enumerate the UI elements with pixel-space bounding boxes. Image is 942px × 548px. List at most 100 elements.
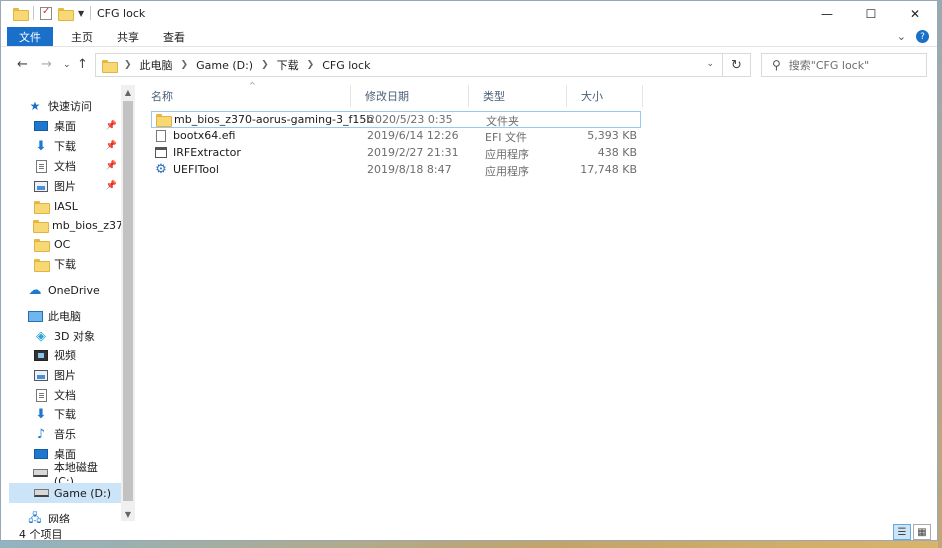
sidebar-item-downloads[interactable]: ⬇ 下载 📌 — [33, 136, 121, 156]
scroll-up-icon[interactable]: ▲ — [121, 85, 135, 99]
file-type: 应用程序 — [485, 165, 529, 178]
status-bar: 4 个项目 ☰ ▦ — [1, 523, 937, 540]
search-placeholder: 搜索"CFG lock" — [788, 59, 870, 72]
scroll-down-icon[interactable]: ▼ — [121, 507, 135, 521]
sidebar-item-this-pc[interactable]: 此电脑 — [27, 306, 121, 326]
drive-icon — [33, 486, 49, 500]
refresh-button[interactable]: ↻ — [722, 54, 750, 76]
download-icon: ⬇ — [35, 138, 47, 154]
folder-icon — [33, 218, 49, 233]
breadcrumb-cfg-lock[interactable]: CFG lock — [322, 59, 370, 72]
column-header-type[interactable]: 类型 — [469, 85, 567, 107]
sidebar-item-iasl[interactable]: IASL — [33, 196, 121, 216]
window-controls: — ☐ ✕ — [805, 1, 937, 27]
document-icon — [33, 388, 49, 402]
file-date: 2019/2/27 21:31 — [367, 146, 459, 159]
breadcrumb-downloads[interactable]: 下载 — [277, 57, 299, 73]
sidebar-item-music[interactable]: ♪ 音乐 — [33, 424, 121, 444]
customize-toolbar-icon[interactable]: ▼ — [78, 9, 84, 18]
column-header-label: 大小 — [581, 90, 603, 103]
column-header-name[interactable]: 名称 ^ — [137, 81, 351, 107]
large-icons-view-icon[interactable]: ▦ — [913, 524, 931, 540]
sidebar-item-label: 下载 — [54, 258, 76, 271]
close-button[interactable]: ✕ — [893, 1, 937, 27]
help-icon[interactable]: ? — [916, 30, 929, 43]
sidebar-scrollbar[interactable]: ▲ ▼ — [121, 85, 135, 521]
file-size: 17,748 KB — [580, 163, 637, 176]
sidebar-item-oc[interactable]: OC — [33, 234, 121, 254]
music-icon: ♪ — [36, 426, 46, 442]
file-row[interactable]: IRFExtractor 2019/2/27 21:31 应用程序 438 KB — [151, 145, 641, 162]
expand-ribbon-icon[interactable]: ⌄ — [897, 30, 906, 43]
sidebar-item-label: 3D 对象 — [54, 330, 95, 343]
cloud-icon: ☁ — [28, 282, 42, 298]
sidebar-item-drive-c[interactable]: 本地磁盘 (C:) — [33, 461, 121, 488]
column-header-label: 修改日期 — [365, 90, 409, 103]
toolbar-divider — [33, 6, 34, 20]
pin-icon: 📌 — [105, 181, 117, 191]
file-row[interactable]: bootx64.efi 2019/6/14 12:26 EFI 文件 5,393… — [151, 128, 641, 145]
file-row[interactable]: ⚙ UEFITool 2019/8/18 8:47 应用程序 17,748 KB — [151, 162, 641, 179]
sidebar-item-onedrive[interactable]: ☁ OneDrive — [27, 280, 121, 300]
column-header-size[interactable]: 大小 — [567, 85, 643, 107]
desktop-background-edge — [938, 0, 942, 548]
chevron-right-icon[interactable]: ❯ — [261, 60, 269, 70]
breadcrumb-game-drive[interactable]: Game (D:) — [196, 59, 253, 72]
sidebar-item-desktop[interactable]: 桌面 📌 — [33, 116, 121, 136]
properties-icon[interactable] — [40, 6, 52, 20]
file-row[interactable]: mb_bios_z370-aorus-gaming-3_f15b 2020/5/… — [151, 111, 641, 128]
sidebar-item-drive-d[interactable]: Game (D:) — [9, 483, 121, 503]
pin-icon: 📌 — [105, 121, 117, 131]
sidebar-item-label: OC — [54, 237, 71, 251]
tab-view[interactable]: 查看 — [151, 27, 197, 46]
pictures-icon — [33, 368, 49, 382]
forward-arrow-icon[interactable]: → — [41, 57, 52, 72]
folder-icon[interactable] — [13, 7, 29, 21]
address-history-dropdown-icon[interactable]: ⌄ — [706, 59, 714, 69]
sidebar-item-pictures-pc[interactable]: 图片 — [33, 365, 121, 385]
sidebar-item-downloads-folder[interactable]: 下载 — [33, 254, 121, 274]
pin-icon: 📌 — [105, 141, 117, 151]
sidebar-item-videos[interactable]: 视频 — [33, 345, 121, 365]
tab-home[interactable]: 主页 — [59, 27, 105, 46]
sidebar-item-mb-bios[interactable]: mb_bios_z370- — [33, 215, 134, 235]
tab-share[interactable]: 共享 — [105, 27, 151, 46]
sidebar-item-downloads-pc[interactable]: ⬇ 下载 — [33, 404, 121, 424]
folder-icon — [33, 199, 50, 214]
chevron-right-icon[interactable]: ❯ — [307, 60, 315, 70]
maximize-button[interactable]: ☐ — [849, 1, 893, 27]
scrollbar-thumb[interactable] — [123, 101, 133, 501]
desktop-icon — [33, 447, 49, 461]
file-name: mb_bios_z370-aorus-gaming-3_f15b — [174, 113, 374, 126]
sidebar-item-label: IASL — [54, 199, 78, 213]
sidebar-item-pictures[interactable]: 图片 📌 — [33, 176, 121, 196]
back-arrow-icon[interactable]: ← — [17, 57, 28, 72]
sidebar-item-label: 图片 — [54, 369, 76, 382]
pin-icon: 📌 — [105, 161, 117, 171]
file-type: 应用程序 — [485, 148, 529, 161]
chevron-right-icon[interactable]: ❯ — [181, 60, 189, 70]
sidebar-item-label: 视频 — [54, 349, 76, 362]
tab-file[interactable]: 文件 — [7, 27, 53, 46]
minimize-button[interactable]: — — [805, 1, 849, 27]
new-folder-icon[interactable] — [58, 7, 74, 21]
file-name-cell: bootx64.efi — [155, 129, 235, 142]
recent-locations-icon[interactable]: ⌄ — [63, 60, 71, 70]
address-bar[interactable]: ❯ 此电脑 ❯ Game (D:) ❯ 下载 ❯ CFG lock ⌄ ↻ — [95, 53, 751, 77]
sidebar-item-documents-pc[interactable]: 文档 — [33, 385, 121, 405]
3d-objects-icon: ◈ — [36, 328, 46, 344]
file-icon — [155, 129, 167, 142]
sidebar-item-label: 桌面 — [54, 120, 76, 133]
details-view-icon[interactable]: ☰ — [893, 524, 911, 540]
search-box[interactable]: ⚲ 搜索"CFG lock" — [761, 53, 927, 77]
folder-icon — [33, 237, 50, 252]
sidebar-item-3d-objects[interactable]: ◈ 3D 对象 — [33, 326, 121, 346]
breadcrumb-this-pc[interactable]: 此电脑 — [140, 57, 173, 73]
sidebar-item-documents[interactable]: 文档 📌 — [33, 156, 121, 176]
up-arrow-icon[interactable]: ↑ — [77, 57, 88, 72]
column-header-date[interactable]: 修改日期 — [351, 85, 469, 107]
file-name-cell: IRFExtractor — [155, 146, 241, 159]
application-icon — [155, 147, 167, 158]
chevron-right-icon[interactable]: ❯ — [124, 60, 132, 70]
star-icon: ★ — [29, 99, 41, 113]
